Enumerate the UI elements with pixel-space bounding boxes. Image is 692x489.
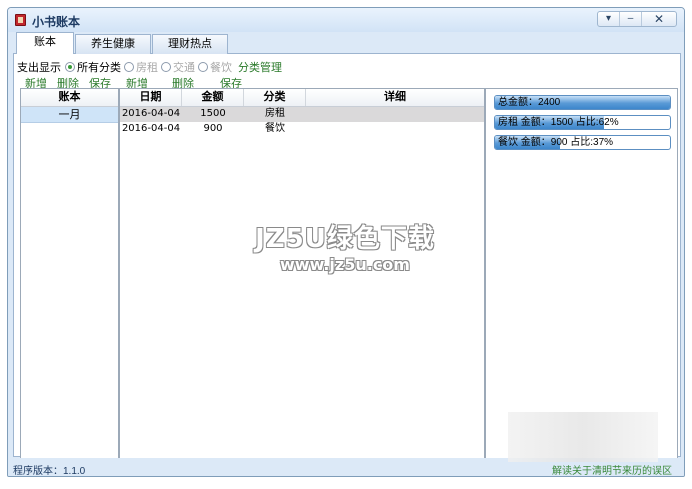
title-bar[interactable]: 小书账本 ▾ – ✕ <box>8 8 684 32</box>
book-list-header: 账本 <box>21 89 118 107</box>
blurred-region <box>508 412 658 462</box>
version-label: 程序版本：1.1.0 <box>13 466 86 477</box>
menu-dropdown-button[interactable]: ▾ <box>598 12 620 26</box>
book-icon <box>15 14 26 26</box>
total-amount-bar: 总金额：2400 <box>494 95 671 110</box>
table-header: 日期 金额 分类 详细 <box>120 89 484 107</box>
radio-transport[interactable]: 交通 <box>161 59 195 75</box>
book-item[interactable]: 一月 <box>21 107 118 123</box>
rent-ratio-bar: 房租 金额：1500 占比:62% <box>494 115 671 130</box>
stat-text: 房租 金额：1500 占比:62% <box>498 117 619 128</box>
book-list: 账本 一月 <box>20 88 119 465</box>
window-controls: ▾ – ✕ <box>597 11 677 27</box>
cell-detail <box>306 107 484 122</box>
radio-label: 房租 <box>136 62 158 74</box>
tab-ledger[interactable]: 账本 <box>16 32 74 54</box>
stat-text: 餐饮 金额：900 占比:37% <box>498 137 614 148</box>
cell-date: 2016-04-04 <box>121 123 181 134</box>
col-header-category[interactable]: 分类 <box>244 89 306 106</box>
table-row[interactable]: 2016-04-04 1500 房租 <box>120 107 484 122</box>
tab-finance[interactable]: 理财热点 <box>152 34 228 54</box>
record-table: 日期 金额 分类 详细 2016-04-04 1500 房租 2016-04-0… <box>119 88 485 465</box>
cell-category: 餐饮 <box>265 123 285 134</box>
filter-label: 支出显示 <box>17 62 61 74</box>
table-row[interactable]: 2016-04-04 900 餐饮 <box>120 122 484 136</box>
col-header-date[interactable]: 日期 <box>120 89 182 106</box>
stats-panel: 总金额：2400 房租 金额：1500 占比:62% 餐饮 金额：900 占比:… <box>485 88 678 465</box>
radio-label: 餐饮 <box>210 62 232 74</box>
tab-health[interactable]: 养生健康 <box>75 34 151 54</box>
radio-label: 交通 <box>173 62 195 74</box>
news-link[interactable]: 解读关于清明节来历的误区 <box>552 462 672 476</box>
expense-filter: 支出显示 所有分类 房租 交通 餐饮 分类管理 <box>17 60 282 74</box>
col-header-amount[interactable]: 金额 <box>182 89 244 106</box>
app-window: 小书账本 ▾ – ✕ 账本 养生健康 理财热点 支出显示 所有分类 房租 交通 … <box>7 7 685 477</box>
dining-ratio-bar: 餐饮 金额：900 占比:37% <box>494 135 671 150</box>
stat-text: 总金额：2400 <box>498 97 561 108</box>
radio-dining[interactable]: 餐饮 <box>198 59 232 75</box>
cell-date: 2016-04-04 <box>121 108 181 119</box>
cell-amount: 1500 <box>200 108 226 119</box>
category-manage-link[interactable]: 分类管理 <box>238 59 282 75</box>
radio-unchecked-icon <box>161 62 171 72</box>
radio-unchecked-icon <box>198 62 208 72</box>
radio-rent[interactable]: 房租 <box>124 59 158 75</box>
close-button[interactable]: ✕ <box>642 12 676 26</box>
radio-label: 所有分类 <box>77 62 121 74</box>
radio-all-categories[interactable]: 所有分类 <box>65 59 121 75</box>
col-header-detail[interactable]: 详细 <box>306 89 484 106</box>
window-title: 小书账本 <box>32 15 81 29</box>
cell-category: 房租 <box>265 108 285 119</box>
cell-amount: 900 <box>203 123 223 134</box>
cell-detail <box>306 122 484 136</box>
minimize-button[interactable]: – <box>620 12 642 26</box>
radio-unchecked-icon <box>124 62 134 72</box>
radio-checked-icon <box>65 62 75 72</box>
tab-bar: 账本 养生健康 理财热点 <box>16 32 229 54</box>
book-column-header[interactable]: 账本 <box>21 89 118 106</box>
